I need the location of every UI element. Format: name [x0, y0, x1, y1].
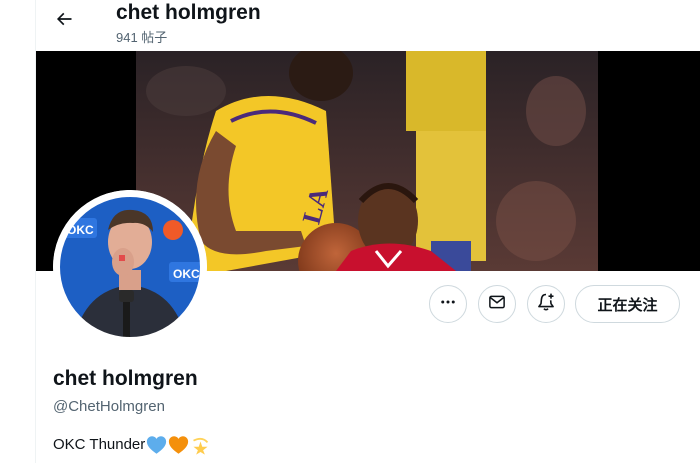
bio-text: OKC Thunder	[53, 436, 146, 453]
profile-page: chet holmgren 941 帖子 LA OKC OKC 正在关注 che…	[0, 0, 700, 463]
notifications-button[interactable]	[527, 285, 565, 323]
svg-text:OKC: OKC	[173, 267, 200, 281]
profile-display-name: chet holmgren	[53, 367, 198, 390]
more-dots-icon	[439, 293, 457, 316]
mail-icon	[488, 293, 506, 316]
arrow-left-icon	[54, 9, 74, 34]
dizzy-star-icon	[190, 435, 211, 455]
profile-bio: OKC Thunder	[53, 434, 211, 456]
more-options-button[interactable]	[429, 285, 467, 323]
header-post-count: 941 帖子	[116, 30, 168, 45]
profile-handle: @ChetHolmgren	[53, 398, 165, 415]
blue-heart-icon	[146, 435, 167, 455]
avatar-photo: OKC OKC	[53, 190, 207, 344]
bell-plus-icon	[536, 292, 556, 317]
header-display-name: chet holmgren	[116, 1, 261, 24]
back-button[interactable]	[48, 5, 80, 37]
message-button[interactable]	[478, 285, 516, 323]
profile-avatar[interactable]: OKC OKC	[53, 190, 207, 344]
profile-header-bar: chet holmgren 941 帖子	[36, 0, 700, 51]
following-button[interactable]: 正在关注	[575, 285, 680, 323]
orange-heart-icon	[168, 435, 189, 455]
